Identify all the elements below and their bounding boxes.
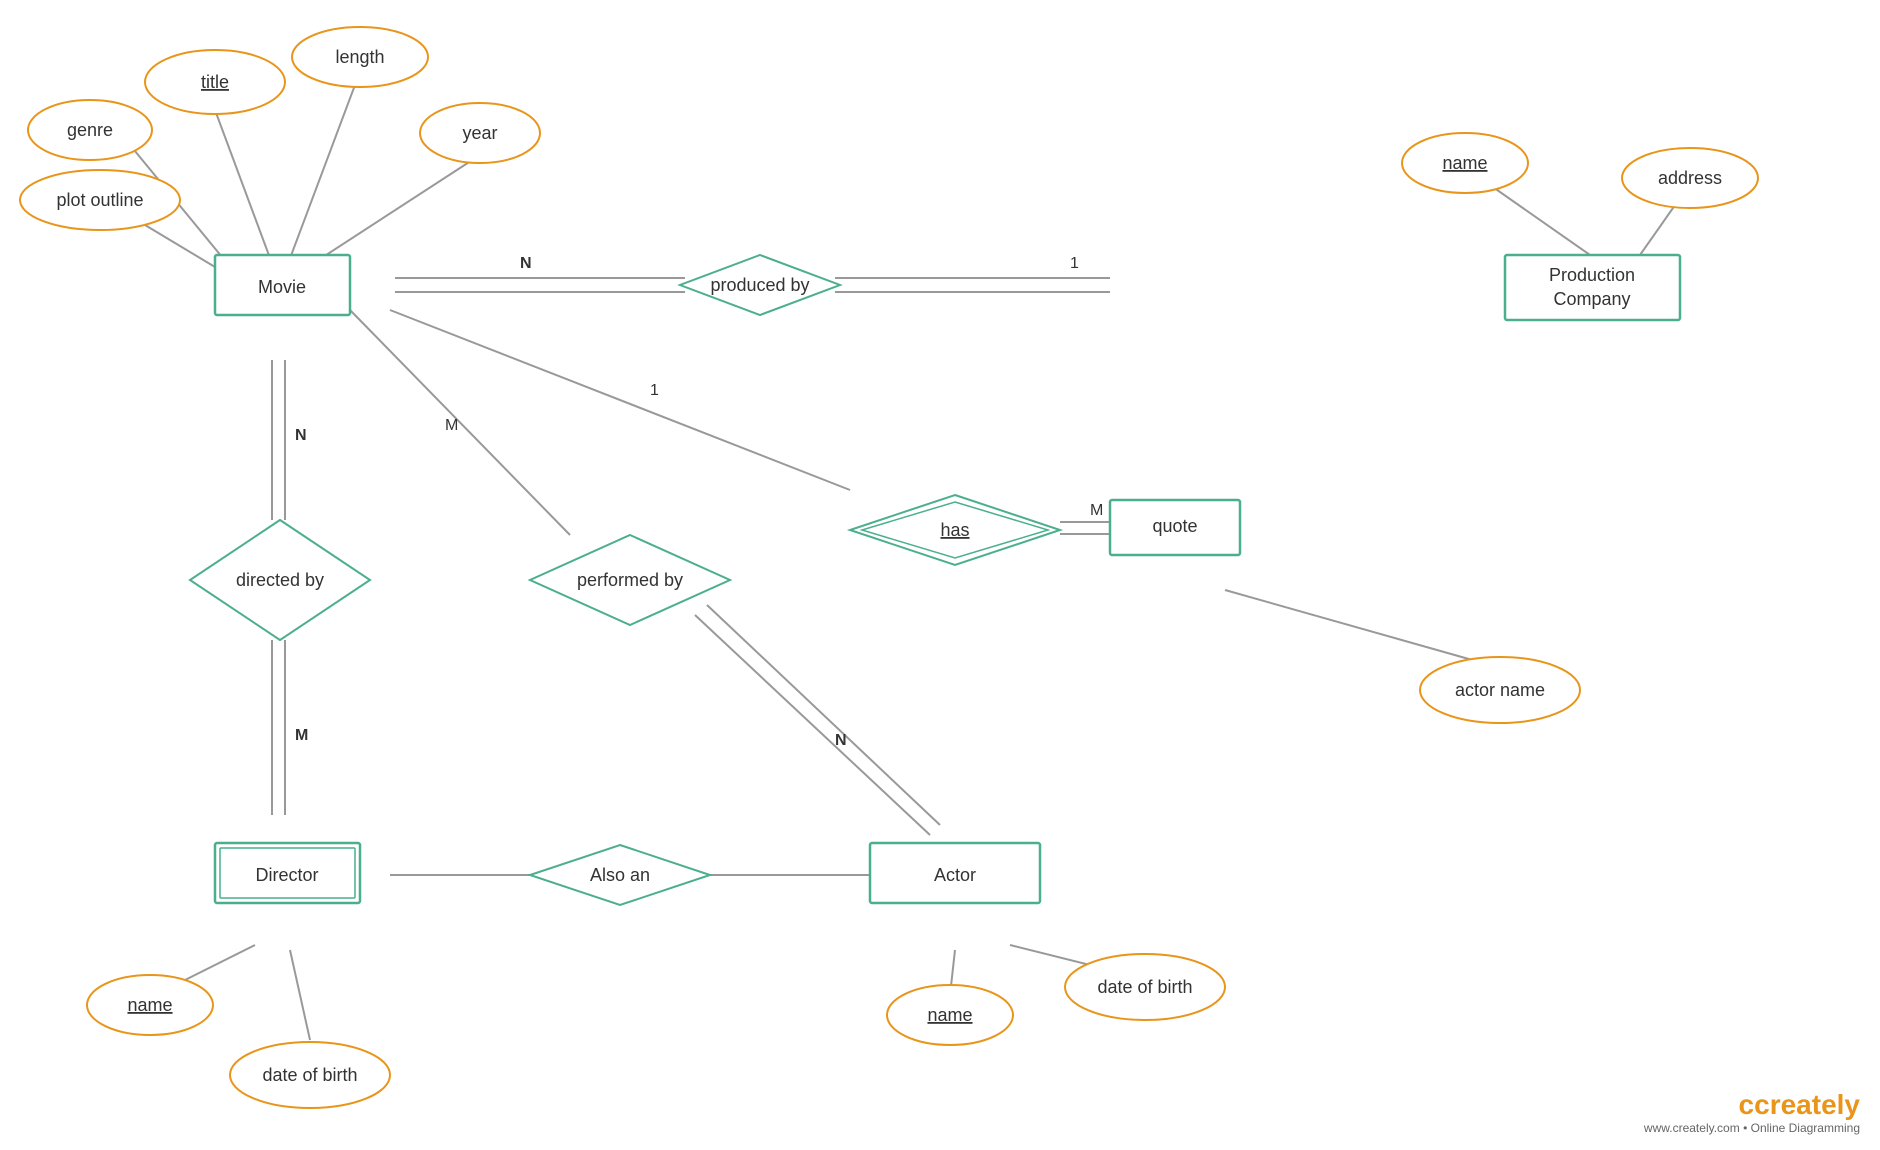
brand-accent: c [1739, 1089, 1755, 1120]
brand-name: ccreately [1644, 1089, 1860, 1121]
director-entity-label: Director [255, 865, 318, 885]
attr-actor-name2: name [927, 1005, 972, 1025]
also-an-label: Also an [590, 865, 650, 885]
quote-entity-label: quote [1152, 516, 1197, 536]
attr-length: length [335, 47, 384, 67]
directed-by-label: directed by [236, 570, 324, 590]
svg-text:1: 1 [650, 382, 659, 399]
attr-plot-outline: plot outline [56, 190, 143, 210]
attr-title: title [201, 72, 229, 92]
svg-text:1: 1 [1070, 255, 1079, 272]
production-company-label1: Production [1549, 265, 1635, 285]
attr-actor-name: actor name [1455, 680, 1545, 700]
svg-text:N: N [835, 732, 847, 749]
branding: ccreately www.creately.com • Online Diag… [1644, 1089, 1860, 1135]
svg-text:N: N [295, 427, 307, 444]
actor-entity-label: Actor [934, 865, 976, 885]
attr-actor-dob: date of birth [1097, 977, 1192, 997]
attr-genre: genre [67, 120, 113, 140]
attr-prod-address: address [1658, 168, 1722, 188]
svg-text:N: N [520, 255, 532, 272]
attr-prod-name: name [1442, 153, 1487, 173]
production-company-label2: Company [1553, 289, 1630, 309]
attr-director-name: name [127, 995, 172, 1015]
produced-by-label: produced by [710, 275, 809, 295]
has-label: has [940, 520, 969, 540]
performed-by-label: performed by [577, 570, 683, 590]
svg-text:M: M [445, 417, 458, 434]
svg-text:M: M [1090, 502, 1103, 519]
svg-text:M: M [295, 727, 308, 744]
attr-year: year [462, 123, 497, 143]
attr-director-dob: date of birth [262, 1065, 357, 1085]
brand-url: www.creately.com • Online Diagramming [1644, 1121, 1860, 1135]
movie-entity-label: Movie [258, 277, 306, 297]
